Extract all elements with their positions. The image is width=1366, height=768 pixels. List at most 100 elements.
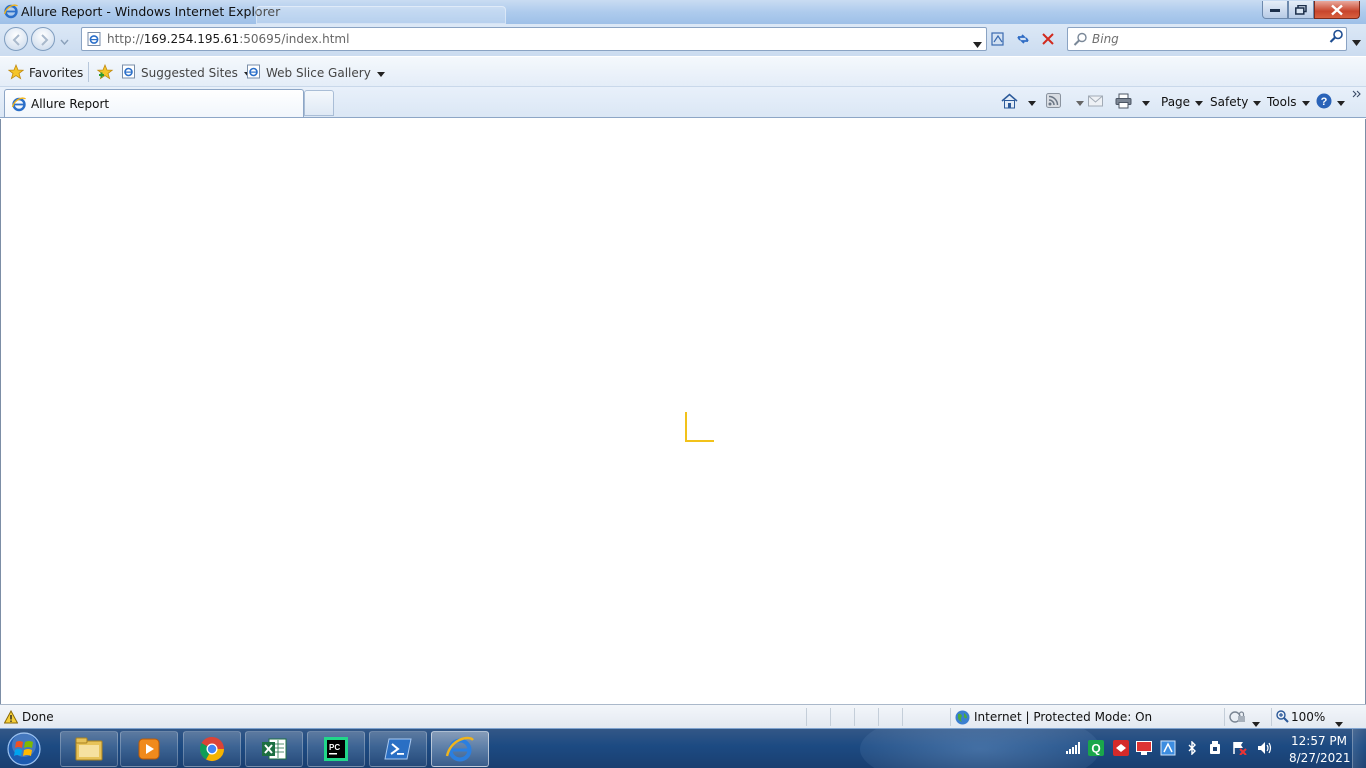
media-player-icon: [138, 738, 160, 760]
chevron-down-icon: [1253, 95, 1262, 109]
search-provider-icon: [1073, 32, 1088, 50]
status-divider: [854, 708, 855, 726]
taskbar-pycharm[interactable]: PC: [307, 731, 365, 767]
background-window-ghost: [256, 6, 506, 24]
status-bar: Done Internet | Protected Mode: On 100%: [0, 704, 1366, 728]
svg-text:?: ?: [1321, 96, 1328, 108]
stop-icon[interactable]: [1036, 27, 1060, 51]
usb-device-icon[interactable]: [1208, 741, 1222, 757]
add-to-favorites-bar-button[interactable]: [96, 63, 114, 83]
tab-allure-report[interactable]: Allure Report: [4, 89, 304, 117]
security-tray-icon[interactable]: [1113, 740, 1129, 756]
back-button[interactable]: [4, 27, 28, 51]
url-rest: :50695/index.html: [239, 32, 350, 46]
security-zone-text[interactable]: Internet | Protected Mode: On: [974, 710, 1152, 724]
web-slice-gallery-label: Web Slice Gallery: [266, 66, 371, 80]
tools-menu[interactable]: Tools: [1267, 92, 1310, 112]
show-desktop-button[interactable]: [1352, 729, 1366, 768]
taskbar-internet-explorer[interactable]: [431, 731, 489, 767]
refresh-icon[interactable]: [1011, 27, 1035, 51]
warning-icon[interactable]: [3, 709, 19, 727]
help-menu[interactable]: ?: [1316, 92, 1345, 112]
pycharm-icon: PC: [324, 737, 348, 761]
minimize-button[interactable]: [1262, 1, 1288, 19]
svg-text:PC: PC: [329, 743, 340, 752]
protected-mode-icon[interactable]: [1229, 710, 1247, 727]
q-tray-icon[interactable]: Q: [1088, 740, 1104, 756]
tab-command-bar: Allure Report Page Safety Tools ?: [0, 87, 1366, 118]
search-icon[interactable]: [1329, 29, 1344, 47]
network-tray-icon[interactable]: [1160, 740, 1176, 756]
taskbar-media-player[interactable]: [120, 731, 178, 767]
url-text[interactable]: http://169.254.195.61:50695/index.html: [107, 32, 349, 46]
url-prefix: http://: [107, 32, 144, 46]
page-icon: [86, 31, 102, 50]
taskbar-powershell[interactable]: [369, 731, 427, 767]
favorites-button[interactable]: Favorites: [7, 63, 83, 83]
status-divider: [950, 708, 951, 726]
window-title: Allure Report - Windows Internet Explore…: [21, 4, 281, 19]
taskbar-excel[interactable]: [245, 731, 303, 767]
print-button[interactable]: [1115, 92, 1150, 112]
chevron-down-icon: [1337, 95, 1345, 109]
internet-explorer-icon: [445, 736, 474, 762]
forward-button[interactable]: [31, 27, 55, 51]
new-tab-button[interactable]: [304, 90, 334, 116]
search-box[interactable]: Bing: [1067, 27, 1347, 51]
taskbar-glow: [860, 729, 1100, 768]
window-title-bar[interactable]: Allure Report - Windows Internet Explore…: [0, 0, 1366, 24]
feeds-button[interactable]: [1046, 92, 1084, 112]
address-bar[interactable]: http://169.254.195.61:50695/index.html: [81, 27, 987, 51]
status-divider: [1271, 708, 1272, 726]
excel-icon: [262, 738, 287, 760]
chevron-down-icon[interactable]: [1142, 95, 1150, 109]
zoom-icon[interactable]: [1276, 710, 1289, 726]
restore-button[interactable]: [1288, 1, 1314, 19]
star-icon: [7, 63, 25, 83]
chevron-down-icon[interactable]: [1076, 95, 1084, 109]
rss-feed-icon: [1046, 93, 1061, 111]
signal-strength-icon[interactable]: [1066, 742, 1080, 758]
volume-icon[interactable]: [1257, 741, 1273, 757]
search-placeholder: Bing: [1092, 32, 1119, 46]
start-button[interactable]: [4, 730, 44, 768]
chevron-down-icon: [376, 66, 385, 80]
more-commands-icon[interactable]: [1352, 88, 1361, 101]
chevron-down-icon[interactable]: [1028, 95, 1036, 109]
web-slice-gallery-button[interactable]: Web Slice Gallery: [246, 64, 385, 82]
monitor-tray-icon[interactable]: [1136, 741, 1152, 757]
search-options-dropdown-icon[interactable]: [1352, 35, 1361, 49]
add-favorite-star-icon: [96, 63, 114, 83]
taskbar-chrome[interactable]: [183, 731, 241, 767]
zoom-level[interactable]: 100%: [1291, 710, 1325, 724]
tools-menu-label: Tools: [1267, 95, 1297, 109]
taskbar-windows-explorer[interactable]: [60, 731, 118, 767]
chevron-down-icon: [1301, 95, 1310, 109]
powershell-icon: [384, 738, 412, 760]
home-icon: [1001, 92, 1018, 112]
suggested-sites-button[interactable]: Suggested Sites: [121, 64, 252, 82]
page-content[interactable]: [0, 119, 1366, 704]
bluetooth-icon[interactable]: [1187, 740, 1197, 757]
read-mail-button[interactable]: [1088, 92, 1103, 112]
clock-time[interactable]: 12:57 PM: [1291, 734, 1347, 748]
home-button[interactable]: [1001, 92, 1036, 112]
address-dropdown-icon[interactable]: [973, 37, 982, 51]
globe-icon: [955, 710, 970, 728]
page-menu[interactable]: Page: [1161, 92, 1204, 112]
clock-date[interactable]: 8/27/2021: [1289, 751, 1351, 765]
ie-page-icon: [246, 64, 261, 82]
close-window-button[interactable]: [1314, 1, 1360, 19]
windows-taskbar: PC Q 12:57 PM 8/27/2021: [0, 728, 1366, 768]
recent-pages-dropdown-icon[interactable]: [60, 34, 69, 48]
chrome-icon: [199, 737, 224, 762]
url-host: 169.254.195.61: [143, 32, 240, 46]
favorites-divider: [88, 62, 89, 82]
ie-page-icon: [121, 64, 136, 82]
action-center-icon[interactable]: [1232, 741, 1248, 757]
safety-menu[interactable]: Safety: [1210, 92, 1262, 112]
chevron-down-icon: [1195, 95, 1204, 109]
compatibility-view-icon[interactable]: [986, 27, 1010, 51]
svg-text:Q: Q: [1091, 742, 1100, 756]
help-icon: ?: [1316, 93, 1332, 112]
